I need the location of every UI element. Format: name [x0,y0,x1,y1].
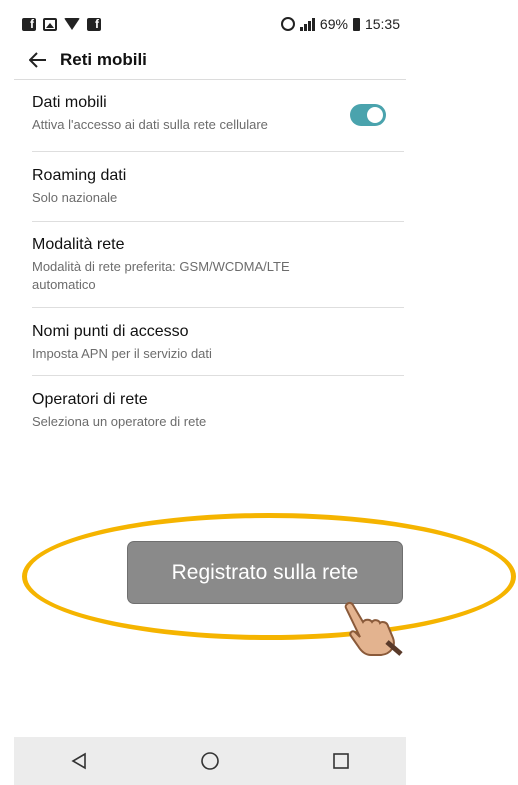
setting-modalita-rete[interactable]: Modalità rete Modalità di rete preferita… [32,222,404,308]
setting-subtitle: Modalità di rete preferita: GSM/WCDMA/LT… [32,259,290,292]
setting-operatori-rete[interactable]: Operatori di rete Seleziona un operatore… [32,376,404,446]
setting-nomi-punti-accesso[interactable]: Nomi punti di accesso Imposta APN per il… [32,308,404,376]
battery-icon [352,17,360,31]
circle-home-icon[interactable] [190,741,230,781]
setting-roaming-dati[interactable]: Roaming dati Solo nazionale [32,152,404,222]
notification-icons [22,17,101,31]
setting-title: Dati mobili [32,94,107,111]
setting-subtitle: Imposta APN per il servizio dati [32,346,212,361]
wifi-icon [64,18,80,30]
page-title: Reti mobili [60,49,147,69]
dati-mobili-toggle[interactable] [350,104,386,126]
status-bar: 69% 15:35 [14,10,406,38]
setting-subtitle: Seleziona un operatore di rete [32,414,207,429]
setting-title: Nomi punti di accesso [32,323,189,340]
phone-screen: 69% 15:35 Reti mobili Dati mobili Attiva… [14,0,406,785]
back-arrow-svg [29,51,46,68]
system-icons: 69% 15:35 [280,16,400,32]
facebook-icon [22,17,36,31]
app-header: Reti mobili [14,40,406,80]
setting-title: Operatori di rete [32,391,148,408]
toast-message: Registrato sulla rete [127,541,403,604]
setting-title: Roaming dati [32,167,127,184]
setting-subtitle: Attiva l'accesso ai dati sulla rete cell… [32,117,268,132]
image-icon [43,17,57,31]
arrow-left-icon[interactable] [20,40,56,80]
navigation-bar [14,737,406,785]
pointing-hand-icon [344,601,403,656]
clock: 15:35 [364,16,400,32]
battery-percent: 69% [319,16,348,32]
setting-subtitle: Solo nazionale [32,190,118,205]
triangle-back-icon[interactable] [59,741,99,781]
setting-dati-mobili[interactable]: Dati mobili Attiva l'accesso ai dati sul… [32,82,404,152]
facebook-icon [87,17,101,31]
setting-title: Modalità rete [32,236,125,253]
settings-list: Dati mobili Attiva l'accesso ai dati sul… [32,82,404,446]
alarm-icon [280,17,295,31]
signal-icon [299,17,315,31]
square-recent-icon[interactable] [321,741,361,781]
